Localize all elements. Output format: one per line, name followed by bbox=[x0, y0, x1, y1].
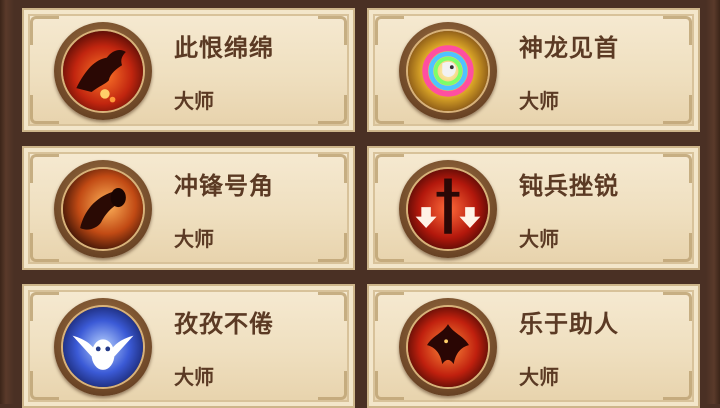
corner-ornament bbox=[30, 292, 59, 321]
achievement-badge bbox=[399, 298, 497, 396]
corner-ornament bbox=[30, 154, 59, 183]
corner-ornament bbox=[375, 95, 404, 124]
achievement-title: 此恨绵绵 bbox=[174, 34, 274, 62]
achievement-badge bbox=[399, 22, 497, 120]
corner-ornament bbox=[30, 16, 59, 45]
corner-ornament bbox=[375, 154, 404, 183]
fire-bird-icon bbox=[408, 307, 488, 387]
achievement-rank: 大师 bbox=[519, 365, 559, 389]
corner-ornament bbox=[663, 233, 692, 262]
achievement-grid: 此恨绵绵 大师 神龙见首 大师 冲锋号角 大师 钝兵挫锐 大师 孜孜不倦 大师 … bbox=[22, 8, 700, 408]
achievement-badge bbox=[54, 22, 152, 120]
corner-ornament bbox=[663, 292, 692, 321]
achievement-title: 钝兵挫锐 bbox=[519, 172, 619, 200]
achievement-rank: 大师 bbox=[174, 89, 214, 113]
corner-ornament bbox=[663, 154, 692, 183]
rainbow-dragon-icon bbox=[408, 31, 488, 111]
white-owl-icon bbox=[63, 307, 143, 387]
corner-ornament bbox=[663, 16, 692, 45]
achievement-rank: 大师 bbox=[519, 227, 559, 251]
corner-ornament bbox=[318, 154, 347, 183]
achievement-title: 神龙见首 bbox=[519, 34, 619, 62]
achievement-card[interactable]: 钝兵挫锐 大师 bbox=[367, 146, 700, 270]
achievement-title: 乐于助人 bbox=[519, 310, 619, 338]
achievement-badge bbox=[54, 160, 152, 258]
corner-ornament bbox=[318, 292, 347, 321]
corner-ornament bbox=[318, 233, 347, 262]
corner-ornament bbox=[30, 371, 59, 400]
achievement-card[interactable]: 冲锋号角 大师 bbox=[22, 146, 355, 270]
corner-ornament bbox=[663, 371, 692, 400]
achievement-card[interactable]: 神龙见首 大师 bbox=[367, 8, 700, 132]
achievement-badge bbox=[399, 160, 497, 258]
corner-ornament bbox=[663, 95, 692, 124]
corner-ornament bbox=[318, 95, 347, 124]
achievement-rank: 大师 bbox=[174, 227, 214, 251]
broken-sword-icon bbox=[408, 169, 488, 249]
achievement-rank: 大师 bbox=[174, 365, 214, 389]
achievement-badge bbox=[54, 298, 152, 396]
war-horn-icon bbox=[63, 169, 143, 249]
corner-ornament bbox=[30, 233, 59, 262]
corner-ornament bbox=[375, 292, 404, 321]
achievement-card[interactable]: 此恨绵绵 大师 bbox=[22, 8, 355, 132]
achievement-card[interactable]: 乐于助人 大师 bbox=[367, 284, 700, 408]
achievement-card[interactable]: 孜孜不倦 大师 bbox=[22, 284, 355, 408]
achievement-title: 冲锋号角 bbox=[174, 172, 274, 200]
achievement-title: 孜孜不倦 bbox=[174, 310, 274, 338]
corner-ornament bbox=[375, 371, 404, 400]
corner-ornament bbox=[375, 233, 404, 262]
corner-ornament bbox=[30, 95, 59, 124]
corner-ornament bbox=[318, 16, 347, 45]
corner-ornament bbox=[318, 371, 347, 400]
achievement-rank: 大师 bbox=[519, 89, 559, 113]
red-horse-icon bbox=[63, 31, 143, 111]
corner-ornament bbox=[375, 16, 404, 45]
